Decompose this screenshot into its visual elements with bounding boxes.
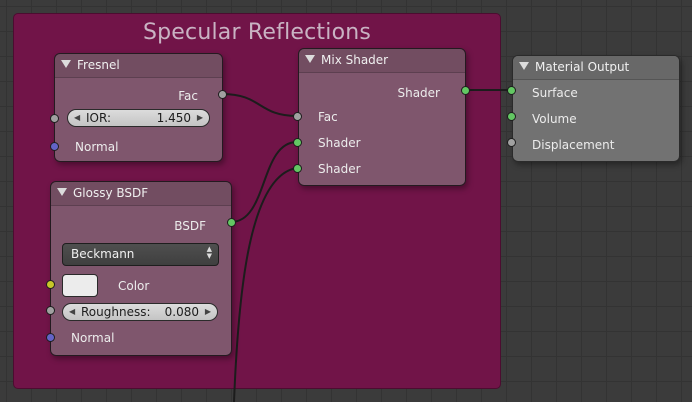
glossy-bsdf-output-label: BSDF	[174, 219, 206, 233]
mix-shader-input-1-label: Shader	[318, 136, 361, 150]
mix-shader-node[interactable]: Mix Shader Shader Fac Shader Shader	[298, 48, 466, 186]
mix-shader-input-1-socket[interactable]	[293, 138, 302, 147]
glossy-bsdf-output-socket[interactable]	[227, 218, 236, 227]
ior-value: 1.450	[156, 111, 191, 125]
output-volume-input-label: Volume	[532, 112, 577, 126]
fresnel-node-title: Fresnel	[77, 58, 120, 72]
glossy-color-input-socket[interactable]	[46, 280, 55, 289]
material-output-node[interactable]: Material Output Surface Volume Displacem…	[512, 55, 680, 162]
output-surface-input-socket[interactable]	[507, 86, 516, 95]
ior-label: IOR:	[86, 111, 111, 125]
glossy-bsdf-node[interactable]: Glossy BSDF BSDF Beckmann ▲ ▼ Color ◀ Rou…	[50, 181, 232, 356]
glossy-normal-input-socket[interactable]	[46, 333, 55, 342]
fresnel-normal-input-label: Normal	[75, 140, 119, 154]
triangle-down-icon[interactable]	[57, 188, 67, 196]
triangle-down-icon[interactable]	[519, 62, 529, 70]
mix-shader-node-header[interactable]: Mix Shader	[299, 49, 465, 73]
output-displacement-input-label: Displacement	[532, 138, 615, 152]
mix-shader-input-2-label: Shader	[318, 162, 361, 176]
mix-shader-output-socket[interactable]	[461, 86, 470, 95]
roughness-value: 0.080	[164, 305, 199, 319]
fresnel-node-header[interactable]: Fresnel	[55, 54, 222, 78]
output-volume-input-socket[interactable]	[507, 112, 516, 121]
fresnel-fac-output-socket[interactable]	[218, 90, 227, 99]
glossy-roughness-input-socket[interactable]	[46, 306, 55, 315]
mix-fac-input-socket[interactable]	[293, 112, 302, 121]
link-glossy-bsdf-to-mix-shader	[230, 141, 298, 223]
mix-fac-input-label: Fac	[318, 110, 338, 124]
fresnel-fac-output-label: Fac	[178, 89, 198, 103]
material-output-node-header[interactable]: Material Output	[513, 56, 679, 80]
triangle-down-icon[interactable]	[305, 55, 315, 63]
link-external-to-mix-shader	[233, 167, 298, 402]
mix-shader-node-title: Mix Shader	[321, 53, 389, 67]
glossy-bsdf-node-title: Glossy BSDF	[73, 186, 149, 200]
updown-arrows-icon: ▲ ▼	[206, 245, 212, 260]
output-displacement-input-socket[interactable]	[507, 138, 516, 147]
roughness-label: Roughness:	[81, 305, 151, 319]
distribution-value: Beckmann	[71, 247, 135, 261]
distribution-dropdown[interactable]: Beckmann ▲ ▼	[62, 243, 219, 266]
left-arrow-icon[interactable]: ◀	[69, 304, 75, 320]
glossy-normal-input-label: Normal	[71, 331, 115, 345]
material-output-node-title: Material Output	[535, 60, 630, 74]
fresnel-normal-input-socket[interactable]	[50, 142, 59, 151]
link-fresnel-fac-to-mix-fac	[221, 93, 298, 117]
output-surface-input-label: Surface	[532, 86, 578, 100]
fresnel-node[interactable]: Fresnel Fac ◀ IOR: 1.450 ▶ Normal	[54, 53, 223, 162]
roughness-field[interactable]: ◀ Roughness: 0.080 ▶	[62, 303, 218, 321]
mix-shader-input-2-socket[interactable]	[293, 164, 302, 173]
glossy-color-input-label: Color	[118, 279, 150, 293]
ior-field[interactable]: ◀ IOR: 1.450 ▶	[67, 109, 210, 127]
color-swatch[interactable]	[62, 274, 98, 297]
mix-shader-output-label: Shader	[397, 86, 440, 100]
left-arrow-icon[interactable]: ◀	[74, 110, 80, 126]
glossy-bsdf-node-header[interactable]: Glossy BSDF	[51, 182, 231, 206]
right-arrow-icon[interactable]: ▶	[197, 110, 203, 126]
triangle-down-icon[interactable]	[61, 60, 71, 68]
fresnel-ior-input-socket[interactable]	[50, 114, 59, 123]
right-arrow-icon[interactable]: ▶	[205, 304, 211, 320]
